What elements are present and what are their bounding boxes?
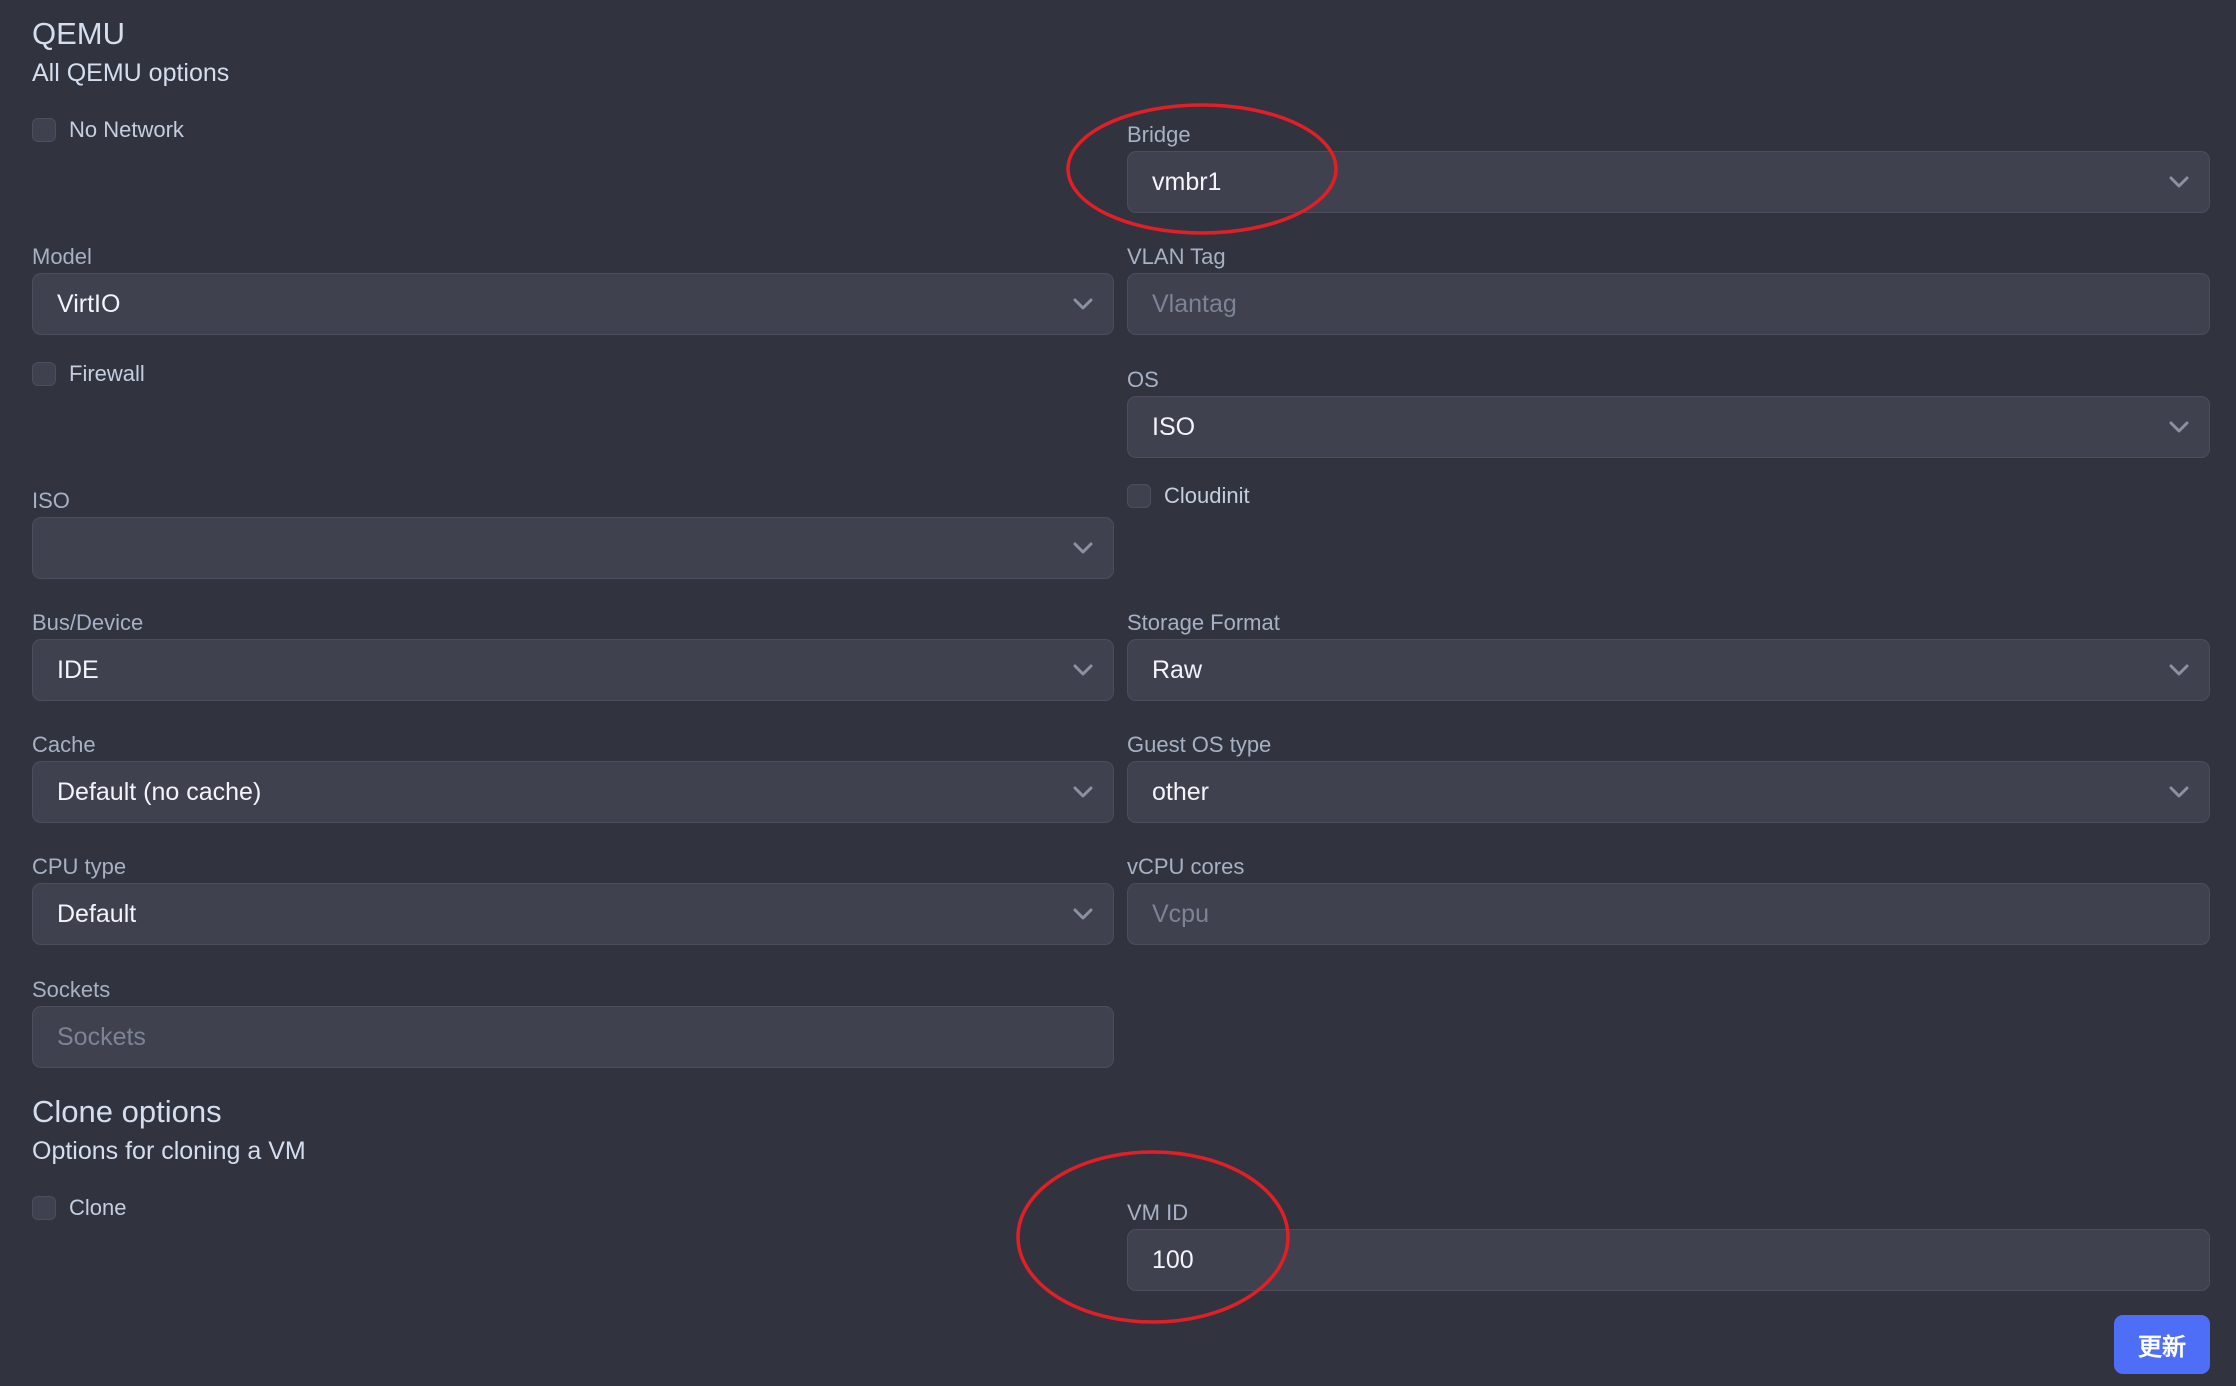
vcpu-cores-label: vCPU cores [1127, 854, 1245, 879]
os-select[interactable]: ISO [1127, 396, 2210, 458]
guest-os-type-label: Guest OS type [1127, 732, 1272, 757]
chevron-down-icon [2169, 421, 2189, 433]
os-label: OS [1127, 367, 1159, 392]
vlan-tag-input[interactable]: Vlantag [1127, 273, 2210, 335]
chevron-down-icon [2169, 664, 2189, 676]
clone-checkbox-row[interactable]: Clone [32, 1193, 126, 1223]
model-select[interactable]: VirtIO [32, 273, 1114, 335]
iso-select[interactable] [32, 517, 1114, 579]
clone-section-subtitle: Options for cloning a VM [32, 1137, 306, 1165]
no-network-label: No Network [69, 117, 184, 142]
firewall-checkbox-row[interactable]: Firewall [32, 359, 145, 389]
bridge-select[interactable]: vmbr1 [1127, 151, 2210, 213]
sockets-input[interactable]: Sockets [32, 1006, 1114, 1068]
chevron-down-icon [2169, 786, 2189, 798]
cloudinit-checkbox[interactable] [1127, 484, 1151, 508]
bus-device-select[interactable]: IDE [32, 639, 1114, 701]
guest-os-type-value: other [1152, 777, 1209, 806]
sockets-label: Sockets [32, 977, 111, 1002]
cloudinit-label: Cloudinit [1164, 483, 1250, 508]
cpu-type-value: Default [57, 899, 137, 928]
vm-id-label: VM ID [1127, 1200, 1189, 1225]
qemu-section-subtitle: All QEMU options [32, 59, 230, 87]
no-network-checkbox-row[interactable]: No Network [32, 115, 184, 145]
storage-format-label: Storage Format [1127, 610, 1280, 635]
iso-label: ISO [32, 488, 70, 513]
vm-id-value: 100 [1152, 1245, 1194, 1274]
update-button[interactable]: 更新 [2114, 1315, 2210, 1374]
vcpu-cores-placeholder: Vcpu [1152, 899, 1209, 928]
cache-select[interactable]: Default (no cache) [32, 761, 1114, 823]
firewall-checkbox[interactable] [32, 362, 56, 386]
bus-device-label: Bus/Device [32, 610, 144, 635]
guest-os-type-select[interactable]: other [1127, 761, 2210, 823]
model-value: VirtIO [57, 289, 121, 318]
clone-label: Clone [69, 1195, 127, 1220]
bridge-value: vmbr1 [1152, 167, 1222, 196]
chevron-down-icon [1073, 786, 1093, 798]
chevron-down-icon [2169, 176, 2189, 188]
chevron-down-icon [1073, 298, 1093, 310]
bus-device-value: IDE [57, 655, 99, 684]
chevron-down-icon [1073, 542, 1093, 554]
cpu-type-select[interactable]: Default [32, 883, 1114, 945]
cloudinit-checkbox-row[interactable]: Cloudinit [1127, 481, 1250, 511]
cpu-type-label: CPU type [32, 854, 127, 879]
clone-section-title: Clone options [32, 1094, 222, 1129]
vlan-tag-placeholder: Vlantag [1152, 289, 1237, 318]
chevron-down-icon [1073, 664, 1093, 676]
bridge-label: Bridge [1127, 122, 1191, 147]
model-label: Model [32, 244, 92, 269]
qemu-section-title: QEMU [32, 16, 125, 51]
no-network-checkbox[interactable] [32, 118, 56, 142]
sockets-placeholder: Sockets [57, 1022, 146, 1051]
cache-label: Cache [32, 732, 96, 757]
chevron-down-icon [1073, 908, 1093, 920]
cache-value: Default (no cache) [57, 777, 262, 806]
firewall-label: Firewall [69, 361, 145, 386]
vm-id-input[interactable]: 100 [1127, 1229, 2210, 1291]
os-value: ISO [1152, 412, 1196, 441]
vlan-tag-label: VLAN Tag [1127, 244, 1226, 269]
vcpu-cores-input[interactable]: Vcpu [1127, 883, 2210, 945]
storage-format-select[interactable]: Raw [1127, 639, 2210, 701]
clone-checkbox[interactable] [32, 1196, 56, 1220]
storage-format-value: Raw [1152, 655, 1203, 684]
